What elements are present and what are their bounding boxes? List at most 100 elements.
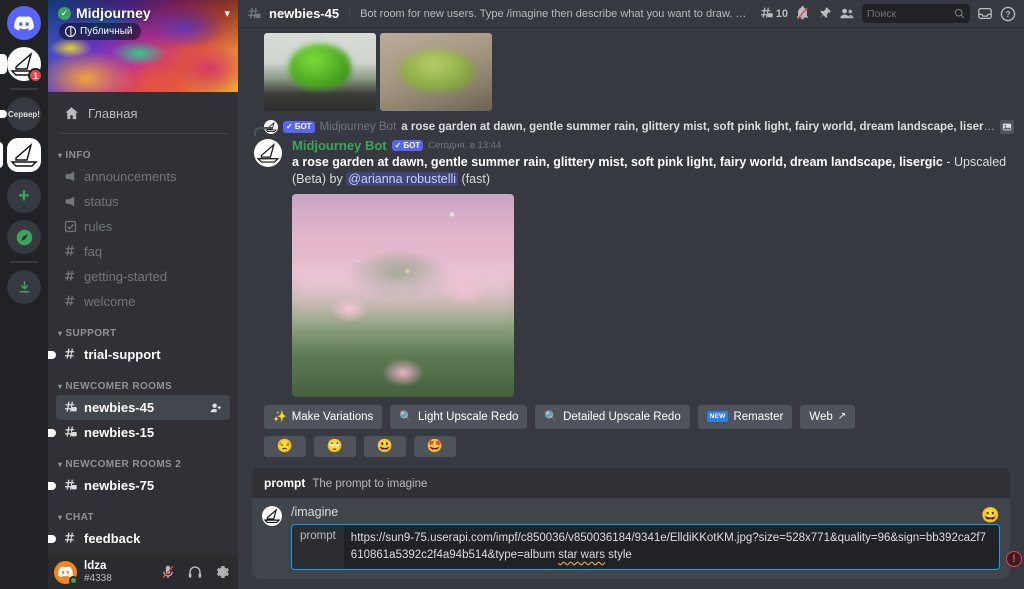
sidebar-item-home[interactable]: Главная xyxy=(56,100,230,127)
message-composer[interactable]: /imagine prompt https://sun9-75.userapi.… xyxy=(252,497,1022,579)
action-button-label: Make Variations xyxy=(291,410,374,423)
sailboat-icon xyxy=(10,142,38,167)
attachment-thumbnails[interactable] xyxy=(238,27,1024,119)
sidebar-item-faq[interactable]: faq xyxy=(56,239,230,264)
channel-category-newcomer-rooms-2[interactable]: ▾ NEWCOMER ROOMS 2 xyxy=(48,445,238,473)
message-action-buttons[interactable]: ✨ Make Variations 🔍 Light Upscale Redo 🔍 Deta… xyxy=(238,397,1024,429)
sidebar-item-discussion[interactable]: discussion xyxy=(56,551,230,555)
chevron-down-icon: ▾ xyxy=(58,329,63,338)
channel-icon xyxy=(63,347,78,362)
microphone-muted-icon[interactable] xyxy=(158,562,178,582)
reaction-button-3[interactable]: 🤩 xyxy=(414,435,456,457)
slash-command-name: /imagine xyxy=(291,504,339,519)
message-list[interactable]: ✓ БОТ Midjourney Bot a rose garden at da… xyxy=(238,27,1024,468)
download-apps-button[interactable] xyxy=(7,270,41,304)
channel-topic[interactable]: Bot room for new users. Type /imagine th… xyxy=(360,8,752,20)
server-name: Midjourney xyxy=(76,5,151,21)
channel-icon xyxy=(63,194,78,209)
sidebar-home-label: Главная xyxy=(88,106,138,121)
pinned-messages-icon[interactable] xyxy=(817,6,832,21)
argument-value-highlight: star wars xyxy=(558,548,605,561)
avatar[interactable] xyxy=(54,560,78,585)
thread-channel-icon xyxy=(246,6,262,22)
channel-icon xyxy=(63,294,78,309)
folder-unread-indicator xyxy=(0,110,7,118)
server-midjourney[interactable]: 1 xyxy=(0,47,43,83)
server-midjourney-active[interactable] xyxy=(0,138,41,172)
unread-indicator xyxy=(48,350,56,359)
command-argument-field[interactable]: prompt https://sun9-75.userapi.com/impf/… xyxy=(291,523,1000,570)
reaction-button-2[interactable]: 😃 xyxy=(364,435,406,457)
channel-list[interactable]: Главная ▾ INFO announcements status rules faq… xyxy=(48,92,238,555)
message-reactions[interactable]: 😒 🙄 😃 🤩 xyxy=(238,429,1024,457)
sidebar-item-newbies-75[interactable]: newbies-75 xyxy=(48,473,230,498)
server-banner[interactable]: ✓ Midjourney ▾ Публичный xyxy=(48,0,238,92)
attachment-image-1[interactable] xyxy=(264,33,376,111)
reaction-button-1[interactable]: 🙄 xyxy=(314,435,356,457)
sidebar-item-trial-support[interactable]: trial-support xyxy=(48,342,230,367)
server-header-row[interactable]: ✓ Midjourney ▾ xyxy=(58,5,230,21)
sidebar-item-newbies-45[interactable]: newbies-45 xyxy=(56,395,230,420)
argument-value[interactable]: https://sun9-75.userapi.com/impf/c850036… xyxy=(344,525,999,570)
help-icon[interactable]: ? xyxy=(1000,6,1016,22)
composer-area: prompt The prompt to imagine /imagine pr… xyxy=(238,467,1024,589)
status-online-dot xyxy=(69,575,78,585)
channel-category-support[interactable]: ▾ SUPPORT xyxy=(48,314,238,342)
reaction-button-0[interactable]: 😒 xyxy=(264,435,306,457)
channel-name: getting-started xyxy=(84,269,168,284)
generated-image[interactable] xyxy=(292,193,514,397)
discord-logo-icon xyxy=(14,15,34,30)
unread-indicator xyxy=(48,534,56,543)
member-list-icon[interactable] xyxy=(839,6,855,21)
server-discord-home[interactable] xyxy=(7,6,41,40)
slash-command-autocomplete[interactable]: prompt The prompt to imagine xyxy=(252,467,1010,498)
message-avatar[interactable] xyxy=(254,139,282,167)
notifications-muted-icon[interactable] xyxy=(795,6,810,21)
search-input[interactable]: Поиск xyxy=(862,4,970,23)
server-public-badge: Публичный xyxy=(59,23,141,40)
sidebar-item-announcements[interactable]: announcements xyxy=(56,164,230,189)
sidebar-item-status[interactable]: status xyxy=(56,189,230,214)
gear-icon[interactable] xyxy=(212,562,232,582)
error-icon[interactable]: ! xyxy=(1006,551,1022,567)
message-reply-reference[interactable]: ✓ БОТ Midjourney Bot a rose garden at da… xyxy=(238,119,1024,136)
explore-servers-button[interactable] xyxy=(7,220,41,254)
user-discriminator: #4338 xyxy=(84,572,112,584)
action-button-web[interactable]: Web ↗ xyxy=(800,404,856,429)
sidebar-item-feedback[interactable]: feedback xyxy=(48,526,230,551)
user-identity[interactable]: ldza #4338 xyxy=(84,560,151,584)
action-button-detailed-upscale-redo[interactable]: 🔍 Detailed Upscale Redo xyxy=(535,404,690,429)
sidebar-item-rules[interactable]: rules xyxy=(56,214,230,239)
sidebar-item-getting-started[interactable]: getting-started xyxy=(56,264,230,289)
message-mention[interactable]: @arianna robustelli xyxy=(346,171,459,186)
channel-icon xyxy=(63,531,78,546)
sparkles-icon: ✨ xyxy=(273,411,287,424)
channel-category-newcomer-rooms[interactable]: ▾ NEWCOMER ROOMS xyxy=(48,367,238,395)
sidebar-item-newbies-15[interactable]: newbies-15 xyxy=(48,420,230,445)
add-server-button[interactable]: + xyxy=(7,179,41,213)
composer-main[interactable]: /imagine prompt https://sun9-75.userapi.… xyxy=(291,504,1000,570)
chevron-down-icon: ▾ xyxy=(58,382,63,391)
action-button-remaster[interactable]: NEW Remaster xyxy=(697,404,793,429)
sidebar-item-welcome[interactable]: welcome xyxy=(56,289,230,314)
channel-category-info[interactable]: ▾ INFO xyxy=(48,136,238,164)
image-attachment-icon xyxy=(1000,120,1014,134)
download-icon xyxy=(19,280,29,292)
inbox-icon[interactable] xyxy=(977,6,993,21)
action-button-make-variations[interactable]: ✨ Make Variations xyxy=(264,404,383,429)
invite-member-icon[interactable] xyxy=(209,401,223,415)
message-author[interactable]: Midjourney Bot xyxy=(292,138,387,153)
chevron-down-icon[interactable]: ▾ xyxy=(224,7,230,20)
threads-button[interactable]: 10 xyxy=(759,6,788,21)
channel-category-chat[interactable]: ▾ CHAT xyxy=(48,498,238,526)
action-button-light-upscale-redo[interactable]: 🔍 Light Upscale Redo xyxy=(390,404,528,429)
headset-icon[interactable] xyxy=(185,562,205,582)
reply-author-name[interactable]: Midjourney Bot xyxy=(320,121,397,133)
server-folder[interactable]: Сервер! xyxy=(0,97,41,131)
attachment-image-2[interactable] xyxy=(380,33,492,111)
chevron-down-icon: ▾ xyxy=(58,460,63,469)
external-link-icon: ↗ xyxy=(837,411,847,423)
action-button-label: Remaster xyxy=(733,410,784,423)
main-content: newbies-45 Bot room for new users. Type … xyxy=(238,0,1024,589)
emoji-picker-icon[interactable]: 😀 xyxy=(981,506,1000,524)
